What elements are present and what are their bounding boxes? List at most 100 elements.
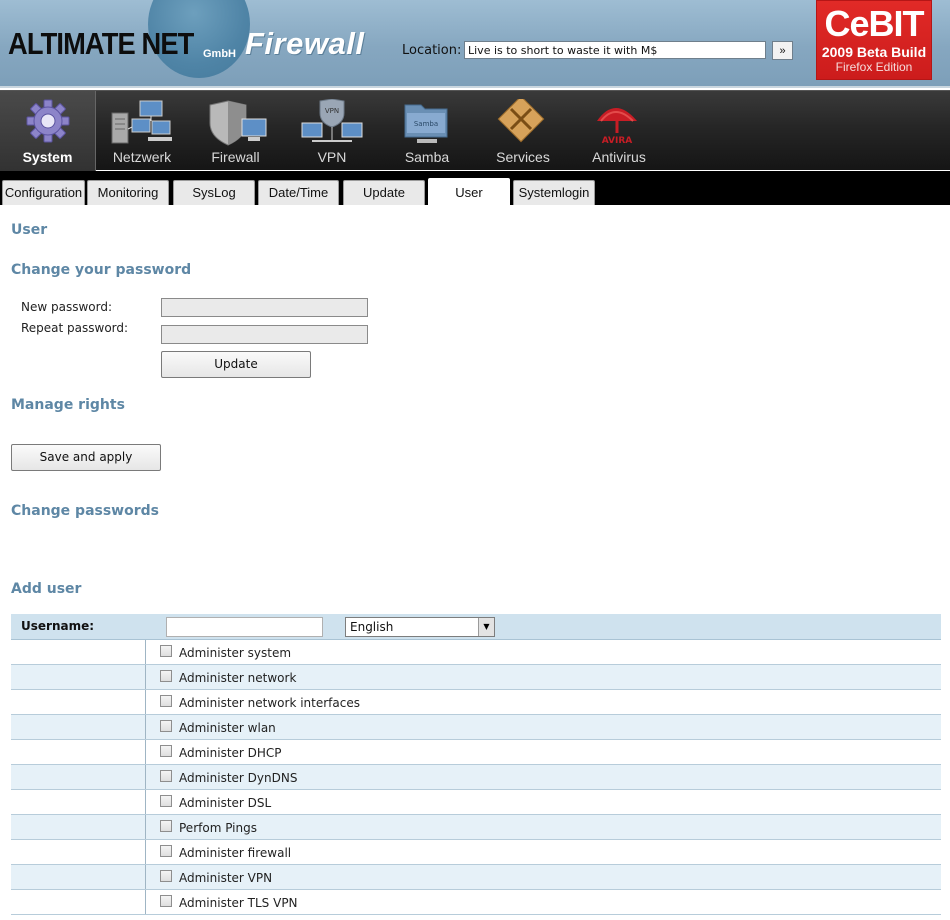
tab-date-time[interactable]: Date/Time [258,180,339,205]
permission-label: Administer wlan [179,721,276,735]
permission-checkbox[interactable] [160,645,172,657]
permission-row-spacer [11,815,146,839]
permission-row-spacer [11,690,146,714]
cebit-badge: CeBIT 2009 Beta Build Firefox Edition [816,0,932,80]
permission-label: Administer system [179,646,292,660]
permission-row: Administer VPN [11,865,941,890]
sub-tab-bar: Configuration Monitoring SysLog Date/Tim… [0,171,950,205]
change-password-heading: Change your password [11,262,192,278]
nav-item-services[interactable]: Services [473,91,573,171]
permission-label: Administer network [179,671,297,685]
permission-checkbox[interactable] [160,695,172,707]
nav-item-samba[interactable]: Samba Samba [381,91,473,171]
repeat-password-input[interactable] [161,325,368,344]
language-value: English [350,620,394,634]
permission-row: Administer DHCP [11,740,941,765]
username-row: Username: English ▼ [11,614,941,640]
permission-checkbox[interactable] [160,720,172,732]
username-input[interactable] [166,617,323,637]
svg-text:Samba: Samba [414,120,438,128]
nav-item-firewall[interactable]: Firewall [188,91,283,171]
nav-label-firewall: Firewall [211,149,260,165]
svg-text:VPN: VPN [325,107,339,115]
new-password-input[interactable] [161,298,368,317]
tab-update[interactable]: Update [343,180,425,205]
nav-item-vpn[interactable]: VPN VPN [283,91,381,171]
folder-icon: Samba [404,104,448,143]
permission-label: Administer TLS VPN [179,896,298,910]
save-and-apply-button[interactable]: Save and apply [11,444,161,471]
tab-configuration[interactable]: Configuration [2,180,85,205]
nav-label-vpn: VPN [317,149,347,165]
permission-row: Administer wlan [11,715,941,740]
permission-checkbox[interactable] [160,670,172,682]
shield-icon [209,100,266,146]
tab-syslog[interactable]: SysLog [173,180,255,205]
username-label: Username: [21,619,95,633]
location-input[interactable] [464,41,766,59]
update-password-button[interactable]: Update [161,351,311,378]
app-header: ALTIMATE NET GmbH Firewall Location: » C… [0,0,950,88]
permission-checkbox[interactable] [160,895,172,907]
permission-row-spacer [11,890,146,914]
nav-item-antivirus[interactable]: AVIRA Antivirus [573,91,665,171]
tab-systemlogin[interactable]: Systemlogin [513,180,595,205]
logo-text: ALTIMATE NET [8,26,194,61]
chevron-down-icon[interactable]: ▼ [478,618,494,636]
permission-row: Administer DSL [11,790,941,815]
permission-row: Administer firewall [11,840,941,865]
permission-row: Administer network [11,665,941,690]
badge-build: 2009 Beta Build [821,44,927,60]
permission-label: Administer DHCP [179,746,282,760]
repeat-password-label: Repeat password: [21,321,129,335]
nav-label-samba: Samba [404,149,450,165]
permission-row-spacer [11,740,146,764]
permission-label: Perfom Pings [179,821,257,835]
location-label: Location: [402,43,462,58]
nav-item-system[interactable]: System [0,91,96,171]
permission-list: Administer system Administer network Admin… [11,640,941,915]
permission-row-spacer [11,865,146,889]
permission-row-spacer [11,840,146,864]
change-passwords-heading: Change passwords [11,503,159,519]
nav-label-system: System [22,149,73,165]
avira-wordmark: AVIRA [602,136,633,146]
permission-checkbox[interactable] [160,745,172,757]
permission-label: Administer DynDNS [179,771,298,785]
permission-row-spacer [11,665,146,689]
permission-label: Administer VPN [179,871,273,885]
permission-row: Administer system [11,640,941,665]
permission-row-spacer [11,765,146,789]
permission-row-spacer [11,715,146,739]
language-select[interactable]: English ▼ [345,617,495,637]
permission-checkbox[interactable] [160,770,172,782]
network-icon [111,100,172,144]
badge-brand: CeBIT [824,3,924,44]
badge-edition: Firefox Edition [835,60,913,74]
permission-row-spacer [11,790,146,814]
permission-row: Administer DynDNS [11,765,941,790]
location-go-button[interactable]: » [772,41,793,60]
tools-icon [497,99,545,143]
new-password-label: New password: [21,300,113,314]
permission-row: Administer TLS VPN [11,890,941,915]
add-user-heading: Add user [11,581,82,597]
umbrella-icon: AVIRA [597,108,637,146]
permission-checkbox[interactable] [160,870,172,882]
nav-label-services: Services [496,149,550,165]
nav-label-netzwerk: Netzwerk [112,149,172,165]
permission-checkbox[interactable] [160,795,172,807]
permission-label: Administer firewall [179,846,292,860]
vpn-icon: VPN [301,99,363,142]
product-name: Firewall [245,26,365,61]
tab-user[interactable]: User [428,178,510,205]
permission-checkbox[interactable] [160,820,172,832]
permission-label: Administer network interfaces [179,696,360,710]
permission-label: Administer DSL [179,796,272,810]
permission-row-spacer [11,640,146,664]
manage-rights-heading: Manage rights [11,397,125,413]
gear-icon [26,99,69,143]
nav-item-netzwerk[interactable]: Netzwerk [96,91,188,171]
tab-monitoring[interactable]: Monitoring [87,180,169,205]
permission-checkbox[interactable] [160,845,172,857]
